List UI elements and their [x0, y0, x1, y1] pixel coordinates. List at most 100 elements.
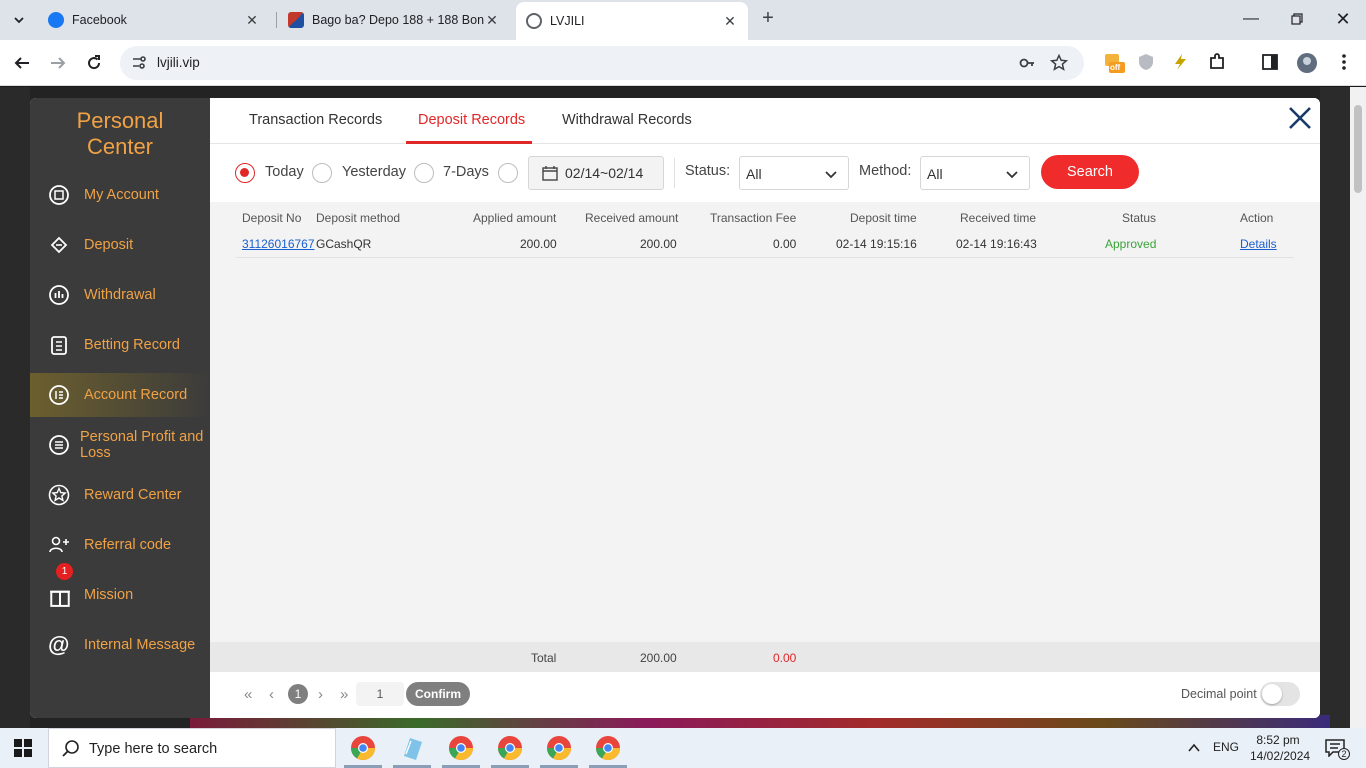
side-panel-icon[interactable] — [1260, 52, 1282, 74]
chrome-profile-app-icon[interactable] — [496, 734, 524, 762]
date-range-picker[interactable]: 02/14~02/14 — [528, 156, 664, 190]
close-tab-icon[interactable]: ✕ — [484, 12, 500, 28]
shield-extension-icon[interactable] — [1136, 52, 1158, 74]
date-range-value: 02/14~02/14 — [565, 165, 644, 181]
radio-7-days[interactable] — [414, 163, 434, 183]
star-bookmark-icon[interactable] — [1050, 54, 1068, 72]
decimal-point-toggle[interactable] — [1260, 682, 1300, 706]
chevron-up-icon[interactable] — [1187, 742, 1201, 754]
first-page-icon[interactable]: « — [244, 686, 252, 703]
notepad-app-icon[interactable] — [398, 734, 426, 762]
sidebar-item-deposit[interactable]: Deposit — [30, 223, 210, 267]
key-icon[interactable] — [1018, 54, 1036, 72]
browser-tab-bago[interactable]: Bago ba? Depo 188 + 188 Bonus ✕ — [278, 4, 510, 36]
chrome-profile-app-icon[interactable] — [447, 734, 475, 762]
close-tab-icon[interactable]: ✕ — [722, 13, 738, 29]
deposit-no-link[interactable]: 31126016767 — [242, 237, 315, 251]
scrollbar-thumb[interactable] — [1354, 105, 1362, 193]
col-received-time: Received time — [960, 211, 1037, 225]
next-page-icon[interactable]: › — [318, 686, 323, 703]
tab-divider — [276, 12, 277, 28]
method-select[interactable]: All — [920, 156, 1030, 190]
table-row: 31126016767 GCashQR 200.00 200.00 0.00 0… — [236, 228, 1294, 258]
address-bar[interactable]: lvjili.vip — [120, 46, 1084, 80]
search-button[interactable]: Search — [1041, 155, 1139, 189]
page-number-current[interactable]: 1 — [288, 684, 308, 704]
sidebar-item-label: Deposit — [84, 237, 134, 253]
chrome-app-icon[interactable] — [349, 734, 377, 762]
taskbar-search-box[interactable]: Type here to search — [48, 728, 336, 768]
page-jump-input[interactable]: 1 — [356, 682, 404, 706]
chrome-profile-app-icon[interactable] — [545, 734, 573, 762]
clock-date: 14/02/2024 — [1250, 749, 1311, 763]
shield-icon — [288, 12, 304, 28]
chevron-down-icon — [1006, 171, 1018, 179]
status-select[interactable]: All — [739, 156, 849, 190]
close-icon[interactable] — [1286, 104, 1314, 132]
col-deposit-time: Deposit time — [850, 211, 917, 225]
back-button[interactable] — [10, 51, 34, 75]
cell-received-time: 02-14 19:16:43 — [956, 237, 1037, 251]
total-received: 200.00 — [640, 651, 677, 665]
tab-withdrawal-records[interactable]: Withdrawal Records — [562, 112, 692, 128]
minimize-button[interactable]: — — [1240, 8, 1262, 30]
arrow-right-icon — [51, 57, 66, 69]
site-info-icon[interactable] — [130, 54, 148, 72]
sidebar-item-account-record[interactable]: Account Record — [30, 373, 210, 417]
puzzle-extensions-icon[interactable] — [1207, 52, 1229, 74]
radio-yesterday[interactable] — [312, 163, 332, 183]
sidebar-item-reward-center[interactable]: Reward Center — [30, 473, 210, 517]
browser-tab-facebook[interactable]: Facebook ✕ — [38, 4, 270, 36]
radio-custom-range[interactable] — [498, 163, 518, 183]
last-page-icon[interactable]: » — [340, 686, 348, 703]
sidebar-title: Personal Center — [30, 108, 210, 160]
page-scrollbar[interactable] — [1350, 87, 1366, 728]
filter-bar: Today Yesterday 7-Days 02/14~02/14 Statu… — [210, 144, 1320, 202]
list-icon — [49, 435, 69, 455]
referral-icon — [49, 536, 69, 553]
radio-label-yesterday: Yesterday — [342, 164, 406, 180]
new-tab-button[interactable]: + — [758, 8, 778, 29]
chevron-down-icon — [825, 171, 837, 179]
radio-today[interactable] — [235, 163, 255, 183]
sidebar-item-mission[interactable]: 1 Mission — [30, 563, 210, 617]
tab-deposit-records[interactable]: Deposit Records — [418, 112, 525, 128]
sidebar-item-internal-message[interactable]: @ Internal Message — [30, 623, 210, 667]
sidebar-item-label: Internal Message — [84, 637, 196, 653]
chrome-profile-app-icon[interactable] — [594, 734, 622, 762]
decimal-point-label: Decimal point — [1181, 687, 1257, 701]
lightning-extension-icon[interactable] — [1170, 52, 1192, 74]
prev-page-icon[interactable]: ‹ — [269, 686, 274, 703]
sidebar-item-betting-record[interactable]: Betting Record — [30, 323, 210, 367]
tab-transaction-records[interactable]: Transaction Records — [249, 112, 382, 128]
cell-applied-amount: 200.00 — [520, 237, 557, 251]
browser-tab-lvjili[interactable]: LVJILI ✕ — [516, 2, 748, 40]
sidebar-item-label: Account Record — [84, 387, 188, 403]
windows-start-icon[interactable] — [14, 739, 32, 757]
taskbar-clock[interactable]: 8:52 pm 14/02/2024 — [1250, 732, 1311, 764]
details-link[interactable]: Details — [1240, 237, 1277, 251]
close-window-button[interactable]: ✕ — [1332, 8, 1354, 30]
reload-button[interactable] — [82, 51, 106, 75]
language-indicator[interactable]: ENG — [1213, 740, 1239, 754]
menu-kebab-icon[interactable] — [1334, 52, 1356, 74]
sidebar-item-label: Referral code — [84, 537, 172, 553]
restore-button[interactable] — [1286, 8, 1308, 30]
restore-icon — [1291, 13, 1303, 25]
close-tab-icon[interactable]: ✕ — [244, 12, 260, 28]
forward-button[interactable] — [46, 51, 70, 75]
tab-search-button[interactable] — [8, 9, 30, 31]
sidebar-item-my-account[interactable]: My Account — [30, 173, 210, 217]
extension-badge: off — [1110, 63, 1121, 72]
cell-received-amount: 200.00 — [640, 237, 677, 251]
personal-center-modal: Personal Center My Account Deposit Withd… — [30, 98, 1320, 718]
sidebar-item-withdrawal[interactable]: Withdrawal — [30, 273, 210, 317]
cell-transaction-fee: 0.00 — [773, 237, 797, 251]
confirm-button[interactable]: Confirm — [406, 682, 470, 706]
sidebar-item-profit-loss[interactable]: Personal Profit and Loss — [30, 423, 210, 467]
profile-avatar[interactable] — [1296, 52, 1318, 74]
extension-off-icon[interactable]: off — [1103, 52, 1125, 74]
radio-label-7-days: 7-Days — [443, 164, 489, 180]
tab-title: Bago ba? Depo 188 + 188 Bonus — [312, 13, 484, 27]
sidebar-item-referral-code[interactable]: Referral code — [30, 523, 210, 567]
